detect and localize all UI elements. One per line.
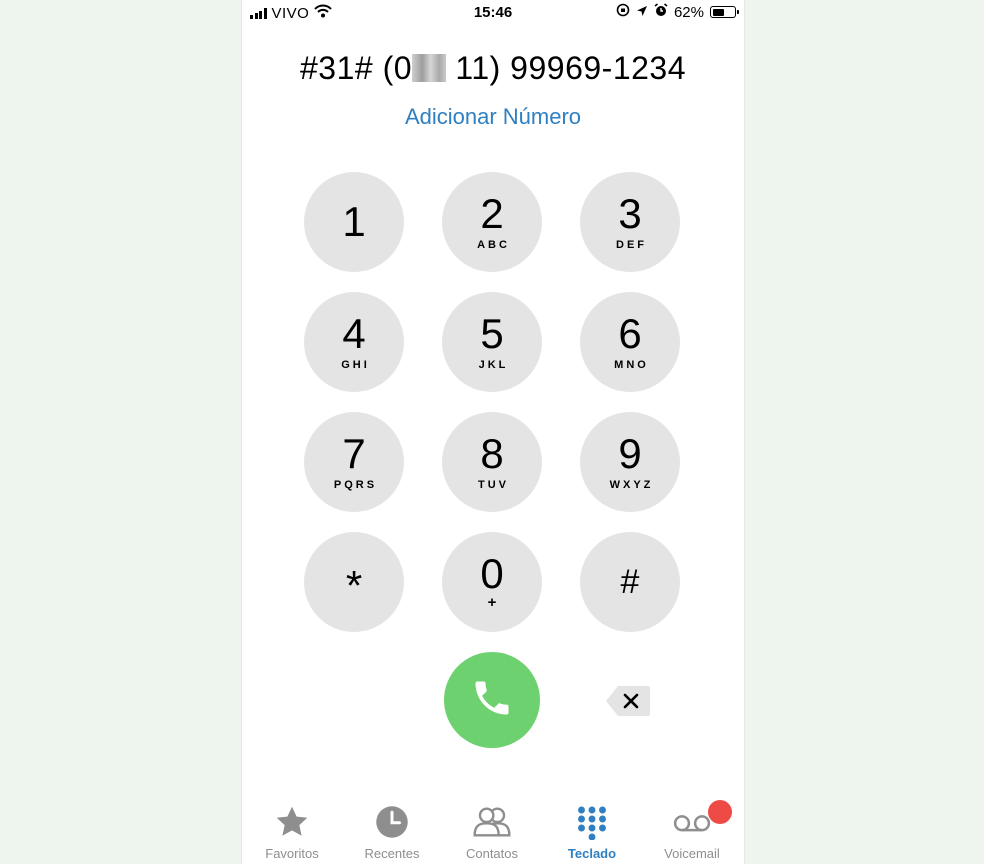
call-button[interactable] xyxy=(444,652,540,748)
status-right: 62% xyxy=(616,3,739,21)
key-2[interactable]: 2 ABC xyxy=(442,172,542,272)
key-digit: # xyxy=(620,563,640,601)
key-digit: 4 xyxy=(342,310,366,357)
battery-icon xyxy=(710,6,739,18)
keypad: 1 2 ABC 3 DEF 4 GHI 5 JKL 6 MNO 7 PQRS 8… xyxy=(304,172,680,632)
battery-fill xyxy=(712,8,725,16)
key-letters: GHI xyxy=(341,359,370,371)
keypad-icon xyxy=(572,802,612,842)
key-digit: 8 xyxy=(480,430,504,477)
key-5[interactable]: 5 JKL xyxy=(442,292,542,392)
key-digit: * xyxy=(345,562,363,609)
voicemail-icon xyxy=(672,802,712,842)
key-digit: 0 xyxy=(480,550,504,597)
tab-label: Teclado xyxy=(567,846,617,861)
clock-icon xyxy=(372,802,412,842)
key-letters: JKL xyxy=(478,359,509,371)
key-7[interactable]: 7 PQRS xyxy=(304,412,404,512)
tab-bar: Favoritos Recentes Contatos Teclado Voic… xyxy=(242,796,744,864)
dialed-number-prefix: #31# (0 xyxy=(299,50,413,86)
tab-label: Recentes xyxy=(364,846,420,861)
tab-contatos[interactable]: Contatos xyxy=(442,796,542,864)
key-letters: DEF xyxy=(616,239,647,251)
backspace-icon xyxy=(604,686,652,722)
key-letters: MNO xyxy=(614,359,649,371)
tab-recentes[interactable]: Recentes xyxy=(342,796,442,864)
key-letters: TUV xyxy=(478,479,509,491)
key-digit: 7 xyxy=(342,430,366,477)
key-digit: 6 xyxy=(618,310,642,357)
contacts-icon xyxy=(472,802,512,842)
tab-label: Favoritos xyxy=(265,846,319,861)
key-letters: ABC xyxy=(477,239,510,251)
tab-teclado[interactable]: Teclado xyxy=(542,796,642,864)
delete-button[interactable] xyxy=(604,684,652,718)
key-1[interactable]: 1 xyxy=(304,172,404,272)
key-letters: WXYZ xyxy=(609,479,654,491)
key-digit: 3 xyxy=(618,190,642,237)
key-letters: PQRS xyxy=(333,479,378,491)
key-digit: 1 xyxy=(342,198,366,245)
battery-percent: 62% xyxy=(673,3,704,21)
status-bar: VIVO 15:46 62% xyxy=(242,0,744,28)
location-icon xyxy=(636,4,648,21)
key-8[interactable]: 8 TUV xyxy=(442,412,542,512)
tab-label: Contatos xyxy=(465,846,519,861)
phone-screen: VIVO 15:46 62% #31# (0 11) 99969-1234 Ad… xyxy=(241,0,745,864)
key-0[interactable]: 0 + xyxy=(442,532,542,632)
key-digit: 5 xyxy=(480,310,504,357)
phone-icon xyxy=(470,676,514,725)
star-icon xyxy=(272,802,312,842)
rotation-lock-icon xyxy=(616,3,630,21)
key-4[interactable]: 4 GHI xyxy=(304,292,404,392)
tab-favoritos[interactable]: Favoritos xyxy=(242,796,342,864)
key-3[interactable]: 3 DEF xyxy=(580,172,680,272)
voicemail-badge xyxy=(708,800,732,824)
dialed-number: #31# (0 11) 99969-1234 xyxy=(242,50,744,87)
key-digit: 2 xyxy=(480,190,504,237)
add-number-link[interactable]: Adicionar Número xyxy=(242,104,744,130)
key-letters: + xyxy=(487,594,500,611)
tab-label: Voicemail xyxy=(664,846,720,861)
key-star[interactable]: * xyxy=(304,532,404,632)
alarm-icon xyxy=(654,3,668,21)
key-hash[interactable]: # xyxy=(580,532,680,632)
dialed-number-suffix: 11) 99969-1234 xyxy=(446,50,686,86)
key-6[interactable]: 6 MNO xyxy=(580,292,680,392)
redacted-digits xyxy=(412,54,447,82)
key-9[interactable]: 9 WXYZ xyxy=(580,412,680,512)
key-digit: 9 xyxy=(618,430,642,477)
